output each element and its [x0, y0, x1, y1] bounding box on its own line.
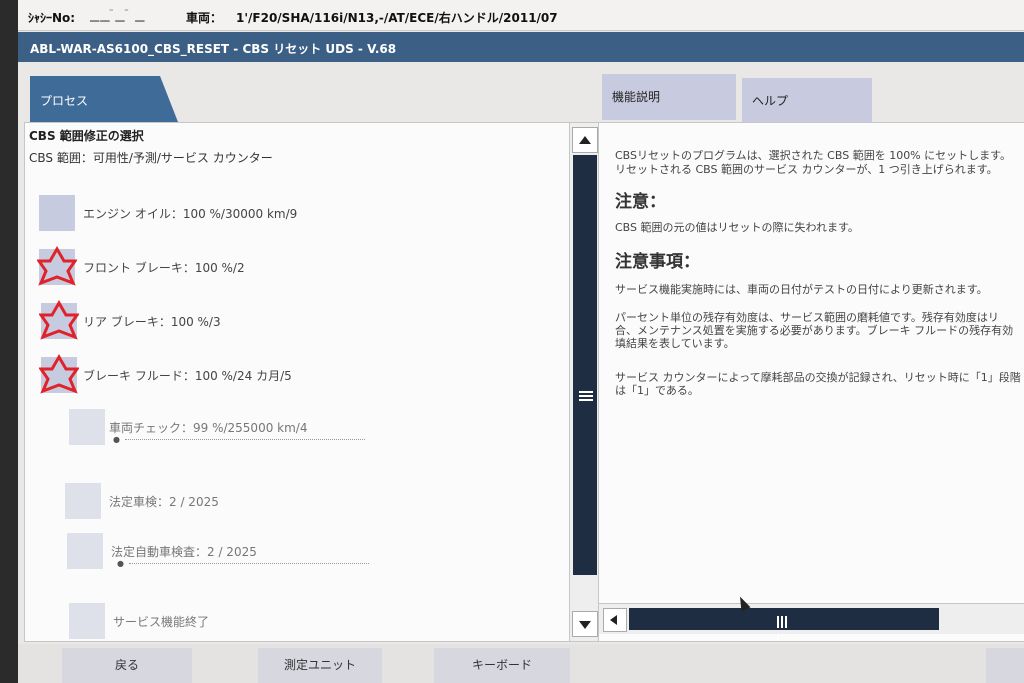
note-1: サービス機能実施時には、車両の日付がテストの日付により更新されます。	[615, 283, 988, 296]
vehicle-info-bar: ｼｬｼｰNo: ▁▁ ̄▁ ̄ ▁ 車両： 1'/F20/SHA/116i/N1…	[18, 0, 1024, 31]
horizontal-scrollbar[interactable]	[599, 603, 1024, 641]
process-panel: CBS 範囲修正の選択 CBS 範囲：可用性/予測/サービス カウンター エンジ…	[24, 122, 600, 642]
back-button[interactable]: 戻る	[62, 648, 192, 683]
cbs-item-vehicle-inspection[interactable]: 法定自動車検査：2 / 2025 ●	[25, 529, 545, 573]
scroll-thumb[interactable]	[629, 608, 939, 641]
note-3-line1: サービス カウンターによって摩耗部品の交換が記録され、リセット時に「1」段階	[615, 371, 1021, 384]
cbs-item-label: 法定車検：2 / 2025	[109, 495, 219, 509]
cbs-item-front-brake[interactable]: フロント ブレーキ：100 %/2	[25, 245, 545, 289]
scroll-up-button[interactable]	[572, 127, 598, 153]
selection-subheader: CBS 範囲：可用性/予測/サービス カウンター	[29, 151, 273, 165]
cbs-item-service-end[interactable]: サービス機能終了	[25, 599, 545, 641]
tab-function-description-label: 機能説明	[612, 90, 661, 104]
cbs-item-label: エンジン オイル：100 %/30000 km/9	[83, 207, 298, 221]
chassis-label: ｼｬｼｰNo:	[28, 11, 76, 25]
checkbox[interactable]	[69, 603, 105, 639]
cbs-item-label: リア ブレーキ：100 %/3	[83, 315, 221, 329]
cbs-item-engine-oil[interactable]: エンジン オイル：100 %/30000 km/9	[25, 191, 545, 235]
bullet-icon: ●	[117, 559, 124, 568]
scroll-down-button[interactable]	[572, 611, 598, 637]
vehicle-description: 1'/F20/SHA/116i/N13,-/AT/ECE/右ハンドル/2011/…	[236, 11, 558, 25]
vehicle-label: 車両：	[186, 11, 223, 25]
tab-process-label: プロセス	[40, 94, 89, 108]
cbs-item-rear-brake[interactable]: リア ブレーキ：100 %/3	[25, 299, 545, 343]
keyboard-button[interactable]: キーボード	[434, 648, 570, 683]
cbs-item-label: ブレーキ フルード：100 %/24 カ月/5	[83, 369, 292, 383]
cbs-item-label: サービス機能終了	[113, 615, 210, 629]
cbs-item-vehicle-check[interactable]: 車両チェック：99 %/255000 km/4 ●	[25, 405, 545, 449]
tab-function-description[interactable]: 機能説明	[602, 74, 736, 120]
cbs-item-label: 法定自動車検査：2 / 2025	[111, 545, 257, 559]
vertical-scrollbar[interactable]	[569, 123, 598, 641]
separator	[129, 563, 369, 564]
selected-star-icon	[39, 300, 79, 340]
screen: ｼｬｼｰNo: ▁▁ ̄▁ ̄ ▁ 車両： 1'/F20/SHA/116i/N1…	[18, 0, 1024, 683]
cbs-item-label: 車両チェック：99 %/255000 km/4	[109, 421, 308, 435]
title-bar: ABL-WAR-AS6100_CBS_RESET - CBS リセット UDS …	[18, 32, 1024, 62]
notes-heading: 注意事項：	[615, 252, 700, 272]
selected-star-icon	[39, 354, 79, 394]
separator	[125, 439, 365, 440]
checkbox[interactable]	[65, 483, 101, 519]
description-panel: CBSリセットのプログラムは、選択された CBS 範囲を 100% にセットしま…	[598, 122, 1024, 642]
measurement-unit-button[interactable]: 測定ユニット	[258, 648, 382, 683]
note-3-line2: は「1」である。	[615, 384, 699, 397]
note-2-line3: 填結果を表しています。	[615, 337, 735, 350]
monitor-bezel	[0, 0, 18, 683]
checkbox[interactable]	[39, 195, 75, 231]
checkbox[interactable]	[67, 533, 103, 569]
cbs-item-label: フロント ブレーキ：100 %/2	[83, 261, 245, 275]
note-2-line2: 合、メンテナンス処置を実施する必要があります。ブレーキ フルードの残存有効	[615, 324, 1014, 337]
selected-star-icon	[37, 246, 77, 286]
tab-help[interactable]: ヘルプ	[742, 78, 872, 124]
extra-button[interactable]	[986, 648, 1024, 683]
chassis-number: ▁▁ ̄▁ ̄ ▁	[90, 8, 146, 22]
intro-text-line2: リセットされる CBS 範囲のサービス カウンターが、1 つ引き上げられます。	[615, 163, 998, 176]
bullet-icon: ●	[113, 435, 120, 444]
checkbox[interactable]	[69, 409, 105, 445]
grip-icon	[777, 613, 791, 641]
tab-help-label: ヘルプ	[752, 94, 789, 108]
notice-heading: 注意：	[615, 192, 666, 212]
notice-text: CBS 範囲の元の値はリセットの際に失われます。	[615, 221, 859, 234]
cbs-item-legal-inspection[interactable]: 法定車検：2 / 2025	[25, 479, 545, 523]
grip-icon	[579, 391, 593, 405]
selection-header: CBS 範囲修正の選択	[29, 129, 144, 143]
tab-process[interactable]: プロセス	[30, 76, 178, 122]
page-title: ABL-WAR-AS6100_CBS_RESET - CBS リセット UDS …	[30, 42, 397, 56]
cbs-item-brake-fluid[interactable]: ブレーキ フルード：100 %/24 カ月/5	[25, 353, 545, 397]
note-2-line1: パーセント単位の残存有効度は、サービス範囲の磨耗値です。残存有効度はリ	[615, 311, 999, 324]
scroll-left-button[interactable]	[603, 608, 627, 632]
bottom-toolbar: 戻る 測定ユニット キーボード	[18, 644, 1024, 683]
intro-text-line1: CBSリセットのプログラムは、選択された CBS 範囲を 100% にセットしま…	[615, 149, 1012, 162]
scroll-thumb[interactable]	[573, 155, 597, 575]
